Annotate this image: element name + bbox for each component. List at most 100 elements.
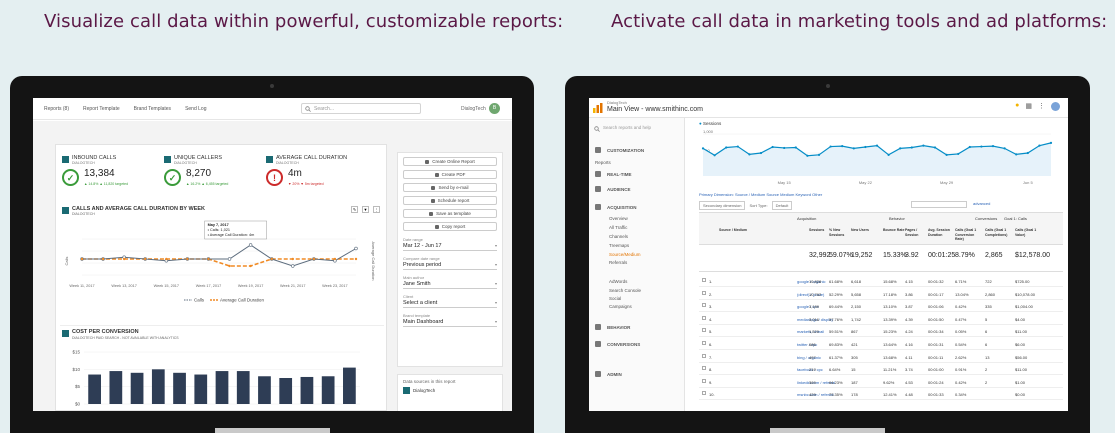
ga-sidebar-item[interactable]: CONVERSIONS [595, 341, 640, 347]
sessions-point[interactable] [1026, 151, 1029, 155]
table-row[interactable]: 2. (direct) / (none) 10,762 52.29% 5,658 17.1… [699, 288, 1063, 300]
row-checkbox[interactable] [702, 366, 706, 371]
setting-select[interactable]: Main Dashboard ▾ [403, 318, 497, 327]
ga-sidebar-item[interactable]: BEHAVIOR [595, 324, 630, 330]
column-header[interactable]: Source / Medium [719, 228, 779, 233]
ga-sidebar-item[interactable]: Search Console [609, 288, 641, 293]
sessions-point[interactable] [713, 154, 716, 157]
ga-sidebar-item[interactable]: Source/Medium [609, 252, 641, 257]
ga-sidebar-item[interactable]: Channels [609, 234, 628, 239]
row-checkbox[interactable] [702, 378, 706, 383]
ga-search-input[interactable]: Search reports and help [593, 125, 681, 134]
setting-select[interactable]: Previous period ▾ [403, 261, 497, 270]
cost-bar[interactable] [173, 372, 186, 404]
action-button[interactable]: Copy report [403, 222, 497, 231]
more-icon[interactable]: ⋮ [373, 206, 380, 213]
ga-sidebar-item[interactable]: AdWords [609, 279, 627, 284]
cost-bar[interactable] [109, 371, 123, 404]
row-checkbox[interactable] [702, 353, 706, 358]
duration-point[interactable] [144, 257, 147, 261]
dimension-tabs[interactable]: Primary Dimension: Source / Medium Sourc… [699, 192, 822, 197]
setting-select[interactable]: Mar 12 - Jun 17 ▾ [403, 242, 497, 251]
row-checkbox[interactable] [702, 391, 706, 396]
ga-sidebar-item[interactable]: Campaigns [609, 304, 632, 309]
table-row[interactable]: 4. medianlogs / display 3,016 57.76% 1,742 13… [699, 313, 1063, 325]
duration-point[interactable] [186, 257, 189, 261]
secondary-dimension-select[interactable]: Secondary dimension [699, 201, 746, 210]
sessions-point[interactable] [875, 144, 879, 147]
calls-point[interactable] [291, 264, 295, 268]
sessions-point[interactable] [1049, 141, 1053, 144]
row-checkbox[interactable] [702, 278, 706, 282]
ga-sidebar-item[interactable]: ADMIN [595, 371, 622, 377]
row-checkbox[interactable] [702, 328, 706, 333]
calls-point[interactable] [354, 246, 358, 251]
sessions-point[interactable] [991, 145, 995, 148]
row-checkbox[interactable] [702, 303, 706, 308]
advanced-link[interactable]: advanced [973, 201, 990, 206]
nav-send-log[interactable]: Send Log [185, 106, 206, 112]
cost-bar[interactable] [258, 376, 271, 404]
table-row[interactable]: 1. google / organic 10,828 61.68% 6,618 15.68… [699, 275, 1063, 287]
calls-point[interactable] [227, 257, 232, 261]
cost-bar[interactable] [279, 378, 293, 404]
sessions-point[interactable] [968, 145, 971, 149]
avatar[interactable] [1051, 102, 1060, 111]
sessions-point[interactable] [910, 146, 913, 149]
nav-report-template[interactable]: Report Template [83, 106, 120, 112]
filter-icon[interactable]: ▼ [362, 206, 369, 213]
avatar[interactable]: B [489, 103, 500, 114]
column-header[interactable]: New Users [851, 228, 877, 233]
cost-bar[interactable] [300, 376, 314, 404]
ga-sidebar-item[interactable]: Reports [595, 160, 611, 165]
nav-reports[interactable]: Reports (8) [44, 106, 69, 112]
table-row[interactable]: 9. linkedin.com / referral 369 64.23% 187 9.6… [699, 376, 1063, 388]
sessions-point[interactable] [852, 147, 855, 150]
sort-type-select[interactable]: Default [771, 201, 793, 210]
sessions-point[interactable] [725, 146, 728, 149]
action-button[interactable]: Send by e-mail [403, 183, 497, 192]
ga-sidebar-item[interactable]: CUSTOMIZATION [595, 147, 644, 153]
cost-bar[interactable] [321, 376, 335, 404]
row-checkbox[interactable] [702, 315, 706, 320]
column-header[interactable]: Calls (Goal 1 Conversion Rate) [955, 228, 981, 242]
duration-point[interactable] [333, 257, 337, 261]
edit-icon[interactable]: ✎ [351, 206, 358, 213]
ga-sidebar-item[interactable]: Overview [609, 216, 628, 221]
cost-bar[interactable] [343, 367, 356, 404]
duration-point[interactable] [228, 264, 231, 268]
row-checkbox[interactable] [702, 341, 706, 345]
action-button[interactable]: Schedule report [403, 196, 497, 205]
duration-point[interactable] [122, 257, 126, 261]
table-row[interactable]: 6. twitter / cpc 686 69.83% 421 13.64% 4.16 00:… [699, 338, 1063, 350]
search-input[interactable]: Search... [301, 103, 421, 114]
table-row[interactable]: 10. msnbc.com / referral 429 73.35% 178 12.41… [699, 388, 1063, 401]
sessions-point[interactable] [817, 153, 821, 156]
cost-bar[interactable] [194, 374, 208, 404]
menu-icon[interactable]: ⋮ [1038, 102, 1045, 111]
sessions-point[interactable] [794, 146, 797, 149]
sessions-point[interactable] [922, 144, 925, 147]
action-button[interactable]: Save as template [403, 209, 497, 218]
calls-point[interactable] [248, 243, 253, 247]
ga-sidebar-item[interactable]: REAL-TIME [595, 171, 632, 177]
table-row[interactable]: 7. bing / organic 497 61.37% 305 13.68% 4.11 00… [699, 351, 1063, 363]
cost-bar[interactable] [88, 374, 101, 404]
sessions-point[interactable] [957, 152, 960, 156]
sessions-point[interactable] [748, 153, 751, 156]
duration-point[interactable] [354, 257, 358, 261]
duration-point[interactable] [101, 257, 105, 261]
cost-bar[interactable] [215, 371, 229, 404]
sessions-point[interactable] [736, 145, 739, 148]
row-checkbox[interactable] [702, 290, 706, 295]
duration-point[interactable] [165, 257, 168, 261]
setting-select[interactable]: Select a client ▾ [403, 299, 497, 308]
nav-brand-templates[interactable]: Brand Templates [134, 106, 171, 112]
setting-select[interactable]: Jane Smith ▾ [403, 280, 497, 289]
ga-sidebar-item[interactable]: Social [609, 296, 621, 301]
ga-sidebar-item[interactable]: Referrals [609, 260, 627, 265]
column-header[interactable]: Avg. Session Duration [928, 228, 954, 237]
cost-bar[interactable] [236, 371, 250, 404]
action-button[interactable]: Create PDF [403, 170, 497, 179]
sessions-point[interactable] [806, 154, 809, 157]
